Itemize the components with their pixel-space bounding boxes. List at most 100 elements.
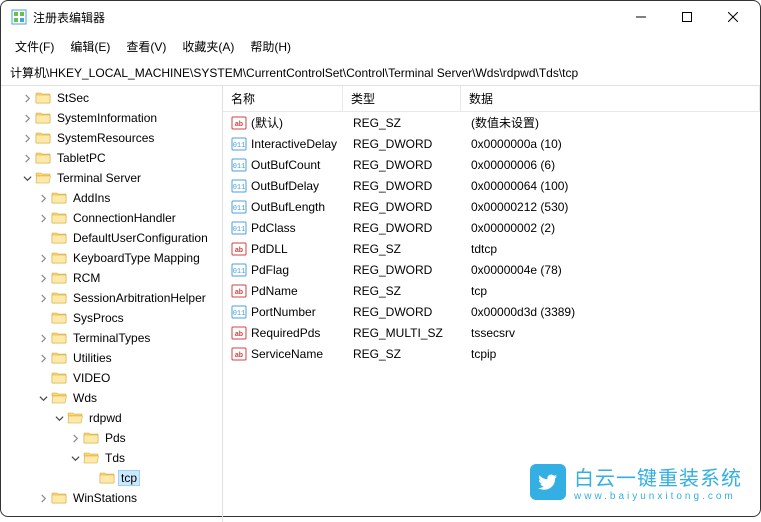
tree-node[interactable]: KeyboardType Mapping — [1, 248, 222, 268]
value-name: OutBufLength — [251, 200, 325, 214]
expander-icon[interactable] — [67, 434, 83, 443]
value-row[interactable]: 011OutBufCountREG_DWORD0x00000006 (6) — [223, 154, 760, 175]
svg-text:011: 011 — [233, 163, 246, 171]
value-row[interactable]: 011OutBufLengthREG_DWORD0x00000212 (530) — [223, 196, 760, 217]
tree-node[interactable]: Tds — [1, 448, 222, 468]
value-row[interactable]: 011PdClassREG_DWORD0x00000002 (2) — [223, 217, 760, 238]
tree-node[interactable]: SysProcs — [1, 308, 222, 328]
col-type[interactable]: 类型 — [343, 86, 461, 111]
folder-icon — [35, 90, 51, 106]
col-data[interactable]: 数据 — [461, 86, 760, 111]
expander-icon[interactable] — [19, 174, 35, 183]
tree-pane[interactable]: StSec SystemInformation SystemResources Tab… — [1, 86, 223, 522]
tree-node[interactable]: Wds — [1, 388, 222, 408]
tree-node[interactable]: SystemResources — [1, 128, 222, 148]
value-icon: ab — [231, 283, 247, 299]
expander-icon[interactable] — [35, 254, 51, 263]
tree-node[interactable]: TerminalTypes — [1, 328, 222, 348]
tree-label: Utilities — [70, 350, 115, 366]
tree-node[interactable]: ConnectionHandler — [1, 208, 222, 228]
tree-label: SystemInformation — [54, 110, 160, 126]
tree-node[interactable]: VIDEO — [1, 368, 222, 388]
menu-file[interactable]: 文件(F) — [9, 36, 60, 57]
tree-node[interactable]: SystemInformation — [1, 108, 222, 128]
expander-icon[interactable] — [35, 194, 51, 203]
folder-icon — [83, 430, 99, 446]
tree-node[interactable]: DefaultUserConfiguration — [1, 228, 222, 248]
value-row[interactable]: abServiceNameREG_SZtcpip — [223, 343, 760, 364]
expander-icon[interactable] — [35, 334, 51, 343]
value-name: PdDLL — [251, 242, 288, 256]
col-name[interactable]: 名称 — [223, 86, 343, 111]
tree-node[interactable]: WinStations — [1, 488, 222, 508]
value-data: tdtcp — [463, 242, 760, 256]
value-row[interactable]: abRequiredPdsREG_MULTI_SZtssecsrv — [223, 322, 760, 343]
value-name: OutBufDelay — [251, 179, 319, 193]
tree-node[interactable]: Utilities — [1, 348, 222, 368]
value-data: 0x00000d3d (3389) — [463, 305, 760, 319]
expander-icon[interactable] — [19, 134, 35, 143]
tree-label: WinStations — [70, 490, 140, 506]
maximize-button[interactable] — [664, 2, 710, 32]
expander-icon[interactable] — [19, 94, 35, 103]
menu-view[interactable]: 查看(V) — [120, 36, 172, 57]
value-data: tcp — [463, 284, 760, 298]
folder-icon — [35, 110, 51, 126]
menu-help[interactable]: 帮助(H) — [244, 36, 297, 57]
value-type: REG_DWORD — [345, 200, 463, 214]
tree-label: Wds — [70, 390, 100, 406]
value-type: REG_SZ — [345, 116, 463, 130]
expander-icon[interactable] — [19, 114, 35, 123]
tree-label: TabletPC — [54, 150, 109, 166]
expander-icon[interactable] — [51, 414, 67, 423]
tree-label: RCM — [70, 270, 103, 286]
tree-node[interactable]: Pds — [1, 428, 222, 448]
value-type: REG_DWORD — [345, 263, 463, 277]
tree-node[interactable]: tcp — [1, 468, 222, 488]
expander-icon[interactable] — [35, 354, 51, 363]
tree-node[interactable]: rdpwd — [1, 408, 222, 428]
value-row[interactable]: 011PortNumberREG_DWORD0x00000d3d (3389) — [223, 301, 760, 322]
value-data: 0x00000212 (530) — [463, 200, 760, 214]
value-type: REG_DWORD — [345, 221, 463, 235]
menu-edit[interactable]: 编辑(E) — [64, 36, 116, 57]
list-body[interactable]: ab(默认)REG_SZ(数值未设置)011InteractiveDelayRE… — [223, 112, 760, 522]
value-type: REG_SZ — [345, 347, 463, 361]
folder-icon — [51, 270, 67, 286]
folder-icon — [83, 450, 99, 466]
value-row[interactable]: ab(默认)REG_SZ(数值未设置) — [223, 112, 760, 133]
value-icon: 011 — [231, 304, 247, 320]
expander-icon[interactable] — [35, 214, 51, 223]
close-button[interactable] — [710, 2, 756, 32]
minimize-button[interactable] — [618, 2, 664, 32]
folder-icon — [51, 290, 67, 306]
tree-label: SystemResources — [54, 130, 157, 146]
tree-node[interactable]: SessionArbitrationHelper — [1, 288, 222, 308]
value-row[interactable]: abPdDLLREG_SZtdtcp — [223, 238, 760, 259]
value-row[interactable]: 011PdFlagREG_DWORD0x0000004e (78) — [223, 259, 760, 280]
svg-text:ab: ab — [235, 247, 243, 254]
value-row[interactable]: abPdNameREG_SZtcp — [223, 280, 760, 301]
value-icon: 011 — [231, 157, 247, 173]
address-bar[interactable]: 计算机\HKEY_LOCAL_MACHINE\SYSTEM\CurrentCon… — [1, 61, 760, 86]
tree-node[interactable]: TabletPC — [1, 148, 222, 168]
menu-favorites[interactable]: 收藏夹(A) — [176, 36, 240, 57]
expander-icon[interactable] — [67, 454, 83, 463]
value-row[interactable]: 011InteractiveDelayREG_DWORD0x0000000a (… — [223, 133, 760, 154]
tree-node[interactable]: Terminal Server — [1, 168, 222, 188]
tree-node[interactable]: RCM — [1, 268, 222, 288]
tree-node[interactable]: StSec — [1, 88, 222, 108]
expander-icon[interactable] — [35, 274, 51, 283]
value-name: PdName — [251, 284, 298, 298]
expander-icon[interactable] — [35, 394, 51, 403]
expander-icon[interactable] — [35, 294, 51, 303]
expander-icon[interactable] — [35, 494, 51, 503]
value-row[interactable]: 011OutBufDelayREG_DWORD0x00000064 (100) — [223, 175, 760, 196]
tree-label: StSec — [54, 90, 92, 106]
tree-label: Tds — [102, 450, 128, 466]
svg-text:ab: ab — [235, 331, 243, 338]
folder-icon — [35, 170, 51, 186]
folder-icon — [51, 310, 67, 326]
tree-node[interactable]: AddIns — [1, 188, 222, 208]
expander-icon[interactable] — [19, 154, 35, 163]
